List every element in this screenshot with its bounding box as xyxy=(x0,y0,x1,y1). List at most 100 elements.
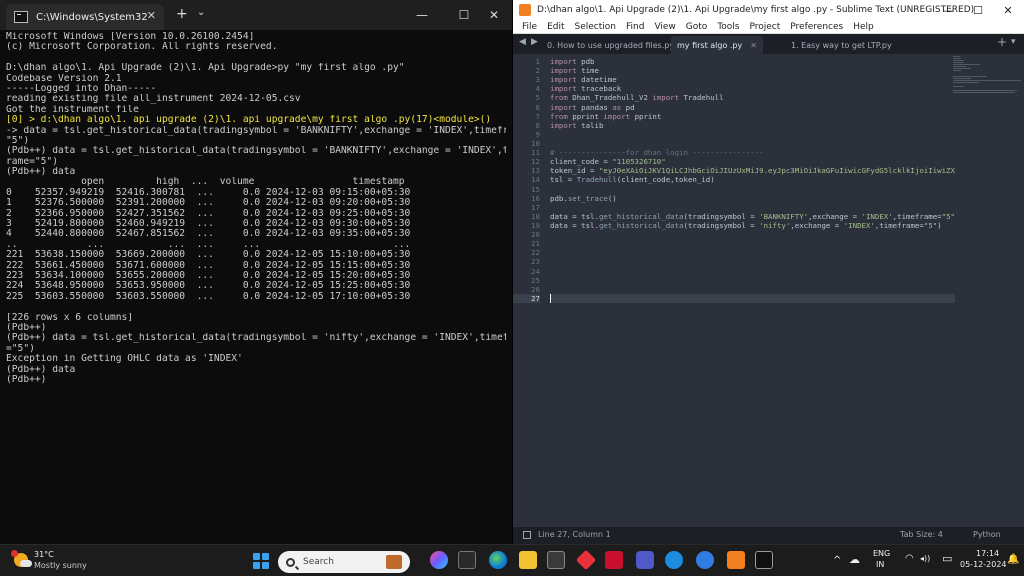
taskbar-search[interactable]: Search xyxy=(278,551,410,573)
code-line[interactable] xyxy=(550,139,955,148)
sublime-titlebar[interactable]: D:\dhan algo\1. Api Upgrade (2)\1. Api U… xyxy=(513,0,1024,20)
sublime-window[interactable]: D:\dhan algo\1. Api Upgrade (2)\1. Api U… xyxy=(513,0,1024,544)
cmd-window[interactable]: C:\Windows\System32\cmd.e ✕ + ⌄ — ☐ ✕ Mi… xyxy=(0,0,512,544)
code-line[interactable]: import time xyxy=(550,66,955,75)
menu-item-find[interactable]: Find xyxy=(626,22,644,32)
code-line[interactable]: import datetime xyxy=(550,75,955,84)
syntax-indicator[interactable]: Python xyxy=(973,530,1001,539)
menu-item-file[interactable]: File xyxy=(522,22,537,32)
menu-item-help[interactable]: Help xyxy=(853,22,874,32)
code-line[interactable] xyxy=(550,185,955,194)
code-line[interactable] xyxy=(550,267,955,276)
close-window-button[interactable]: ✕ xyxy=(993,0,1023,20)
maximize-button[interactable]: ☐ xyxy=(963,0,993,20)
new-tab-button[interactable]: + xyxy=(176,6,188,22)
weather-description[interactable]: Mostly sunny xyxy=(34,561,87,570)
code-token: pandas xyxy=(576,102,613,112)
cmd-titlebar[interactable]: C:\Windows\System32\cmd.e ✕ + ⌄ — ☐ ✕ xyxy=(0,0,512,30)
volume-icon[interactable]: ◂)) xyxy=(920,554,930,563)
tab-menu-icon[interactable]: ▾ xyxy=(1011,37,1016,47)
menu-item-tools[interactable]: Tools xyxy=(717,22,739,32)
code-line[interactable]: data = tsl.get_historical_data(tradingsy… xyxy=(550,212,955,221)
add-tab-icon[interactable]: + xyxy=(997,35,1007,49)
task-view-icon[interactable] xyxy=(458,551,476,569)
panel-toggle-icon[interactable] xyxy=(523,531,531,539)
code-line[interactable]: import pandas as pd xyxy=(550,103,955,112)
clock-time[interactable]: 17:14 xyxy=(976,549,999,558)
code-line[interactable]: # ---------------for dhan login --------… xyxy=(550,148,955,157)
editor-tab-label: 1. Easy way to get LTP.py xyxy=(791,40,892,50)
start-button[interactable] xyxy=(253,553,269,569)
sublime-taskbar-icon[interactable] xyxy=(727,551,745,569)
editor-tab[interactable]: 0. How to use upgraded files.py xyxy=(541,36,680,54)
code-line[interactable] xyxy=(550,203,955,212)
minimap[interactable] xyxy=(953,55,1023,95)
editor-tab[interactable]: my first algo .py ✕ xyxy=(671,36,763,54)
chevron-down-icon[interactable]: ⌄ xyxy=(197,7,205,18)
menu-bar: File Edit Selection Find View Goto Tools Projec… xyxy=(513,20,1024,34)
cmd-line: 224 53648.950000 53653.950000 ... 0.0 20… xyxy=(6,281,411,292)
close-tab-icon[interactable]: ✕ xyxy=(147,9,156,22)
wifi-icon[interactable]: ◠ xyxy=(905,553,914,564)
code-editor[interactable]: 1 2 3 4 5 6 7 8 9 10 11 12 13 14 15 16 17 18 19 20 21 22 23 24 2… xyxy=(513,55,1024,527)
code-line[interactable] xyxy=(550,285,955,294)
cmd-tab[interactable]: C:\Windows\System32\cmd.e ✕ xyxy=(6,4,164,30)
menu-item-project[interactable]: Project xyxy=(749,22,780,32)
code-token: set_trace xyxy=(567,193,608,203)
code-line[interactable]: token_id = "eyJ0eXAiOiJKV1QiLCJhbGciOiJI… xyxy=(550,166,955,175)
code-line[interactable]: data = tsl.get_historical_data(tradingsy… xyxy=(550,221,955,230)
code-line[interactable] xyxy=(550,257,955,266)
language-indicator[interactable]: ENG xyxy=(873,549,890,558)
code-line[interactable] xyxy=(550,230,955,239)
editor-tab[interactable]: 1. Easy way to get LTP.py xyxy=(785,36,898,54)
cmd-line: (Pdb++) data = tsl.get_historical_data(t… xyxy=(6,333,506,344)
microsoft-store-icon[interactable] xyxy=(547,551,565,569)
close-window-button[interactable]: ✕ xyxy=(476,0,512,30)
app-icon[interactable] xyxy=(696,551,714,569)
code-line[interactable]: import traceback xyxy=(550,84,955,93)
code-line[interactable]: import talib xyxy=(550,121,955,130)
weather-temperature[interactable]: 31°C xyxy=(34,550,54,559)
code-area[interactable]: import pdb import time import datetime impo… xyxy=(550,55,955,303)
code-line[interactable] xyxy=(550,276,955,285)
code-token: 'INDEX' xyxy=(861,211,893,221)
code-line[interactable]: client_code = "1105326710" xyxy=(550,157,955,166)
file-explorer-icon[interactable] xyxy=(519,551,537,569)
line-number: 24 xyxy=(531,266,540,276)
code-line[interactable]: pdb.set_trace() xyxy=(550,194,955,203)
mcafee-icon[interactable] xyxy=(605,551,623,569)
minimize-button[interactable]: — xyxy=(404,0,440,30)
menu-item-goto[interactable]: Goto xyxy=(686,22,708,32)
menu-item-preferences[interactable]: Preferences xyxy=(790,22,843,32)
menu-item-view[interactable]: View xyxy=(654,22,675,32)
code-line[interactable] xyxy=(550,293,955,303)
menu-item-edit[interactable]: Edit xyxy=(547,22,564,32)
cmd-output[interactable]: Microsoft Windows [Version 10.0.26100.24… xyxy=(0,30,512,387)
notification-bell-icon[interactable]: 🔔 xyxy=(1007,554,1019,565)
tab-size-indicator[interactable]: Tab Size: 4 xyxy=(900,530,943,539)
menu-item-selection[interactable]: Selection xyxy=(575,22,616,32)
close-tab-icon[interactable]: ✕ xyxy=(750,41,757,50)
clock-date[interactable]: 05-12-2024 xyxy=(960,560,1007,569)
copilot-icon[interactable] xyxy=(430,551,448,569)
code-line[interactable] xyxy=(550,239,955,248)
teams-icon[interactable] xyxy=(636,551,654,569)
tab-prev-icon[interactable]: ◀ xyxy=(519,37,526,47)
code-line[interactable]: from pprint import pprint xyxy=(550,112,955,121)
code-line[interactable]: from Dhan_Tradehull_V2 import Tradehull xyxy=(550,93,955,102)
code-line[interactable] xyxy=(550,130,955,139)
code-line[interactable] xyxy=(550,248,955,257)
cloud-icon[interactable]: ☁ xyxy=(849,553,860,566)
terminal-taskbar-icon[interactable] xyxy=(755,551,773,569)
app-icon[interactable] xyxy=(665,551,683,569)
battery-icon[interactable]: ▭ xyxy=(942,552,952,565)
language-region[interactable]: IN xyxy=(876,560,884,569)
tab-next-icon[interactable]: ▶ xyxy=(531,37,538,47)
minimize-button[interactable]: — xyxy=(933,0,963,20)
red-app-icon[interactable] xyxy=(575,549,597,571)
code-line[interactable]: tsl = Tradehull(client_code,token_id) xyxy=(550,175,955,184)
code-token: (tradingsymbol = xyxy=(683,220,760,230)
code-line[interactable]: import pdb xyxy=(550,57,955,66)
edge-browser-icon[interactable] xyxy=(489,551,507,569)
tray-chevron-icon[interactable]: ^ xyxy=(833,555,841,566)
